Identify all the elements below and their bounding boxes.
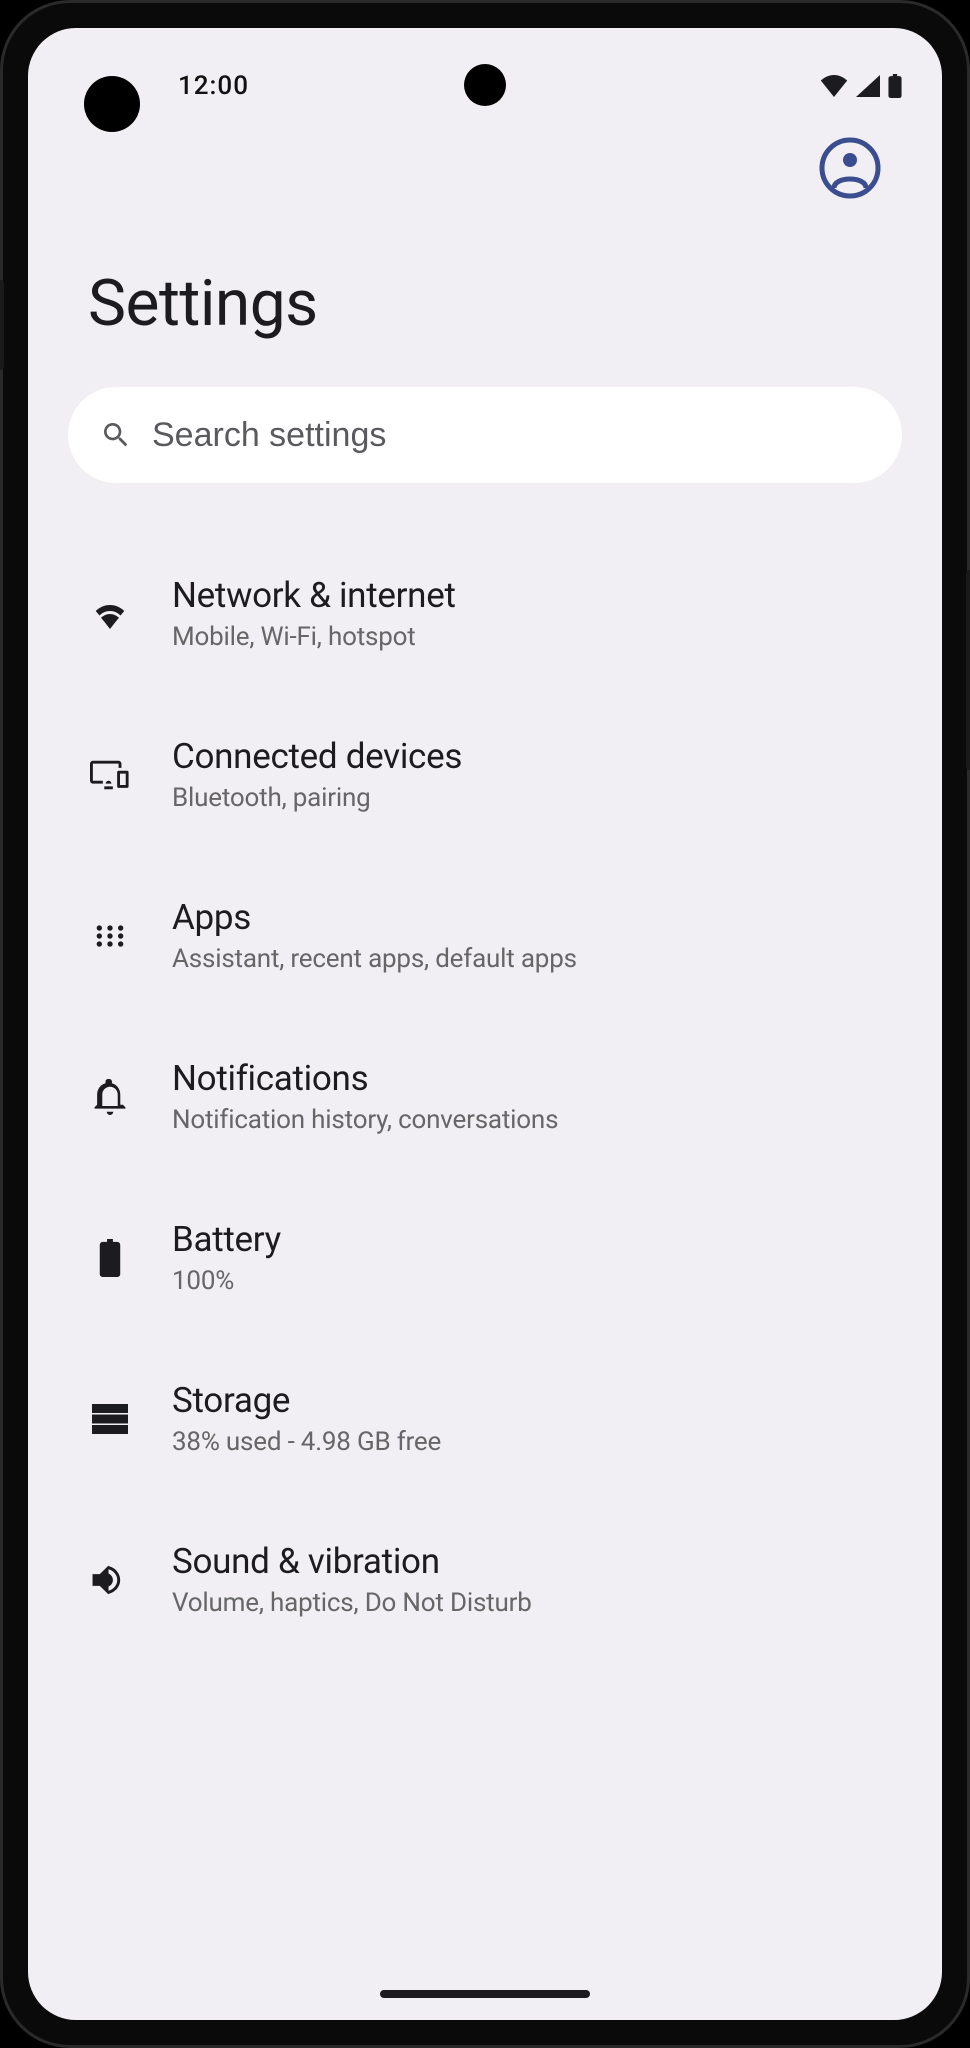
item-title: Notifications xyxy=(172,1058,558,1099)
item-subtitle: Assistant, recent apps, default apps xyxy=(172,944,577,974)
search-bar[interactable] xyxy=(68,387,902,483)
header: Settings xyxy=(28,116,942,341)
settings-item-apps[interactable]: Apps Assistant, recent apps, default app… xyxy=(68,855,902,1016)
apps-icon xyxy=(88,914,132,958)
settings-item-notifications[interactable]: Notifications Notification history, conv… xyxy=(68,1016,902,1177)
screen: 12:00 Settings xyxy=(28,28,942,2020)
status-time: 12:00 xyxy=(178,71,249,101)
signal-status-icon xyxy=(856,75,880,97)
settings-item-network[interactable]: Network & internet Mobile, Wi-Fi, hotspo… xyxy=(68,533,902,694)
profile-button[interactable] xyxy=(818,136,882,200)
settings-item-sound[interactable]: Sound & vibration Volume, haptics, Do No… xyxy=(68,1499,902,1660)
search-input[interactable] xyxy=(152,416,870,455)
settings-item-storage[interactable]: Storage 38% used - 4.98 GB free xyxy=(68,1338,902,1499)
settings-list: Network & internet Mobile, Wi-Fi, hotspo… xyxy=(28,483,942,1660)
battery-status-icon xyxy=(888,74,902,98)
navigation-bar-handle[interactable] xyxy=(380,1990,590,1998)
item-subtitle: Mobile, Wi-Fi, hotspot xyxy=(172,622,456,652)
volume-icon xyxy=(88,1558,132,1602)
corner-indicator xyxy=(84,76,140,132)
page-title: Settings xyxy=(88,266,882,341)
item-title: Connected devices xyxy=(172,736,462,777)
item-subtitle: Notification history, conversations xyxy=(172,1105,558,1135)
wifi-icon xyxy=(88,592,132,636)
bell-icon xyxy=(88,1075,132,1119)
status-icons xyxy=(820,74,902,98)
settings-item-battery[interactable]: Battery 100% xyxy=(68,1177,902,1338)
item-subtitle: 38% used - 4.98 GB free xyxy=(172,1427,441,1457)
settings-item-connected-devices[interactable]: Connected devices Bluetooth, pairing xyxy=(68,694,902,855)
battery-icon xyxy=(88,1236,132,1280)
search-icon xyxy=(100,419,132,451)
camera-notch xyxy=(464,64,506,106)
item-subtitle: 100% xyxy=(172,1266,281,1296)
item-title: Network & internet xyxy=(172,575,456,616)
item-title: Storage xyxy=(172,1380,441,1421)
item-title: Sound & vibration xyxy=(172,1541,532,1582)
item-subtitle: Bluetooth, pairing xyxy=(172,783,462,813)
device-frame: 12:00 Settings xyxy=(0,0,970,2048)
profile-icon xyxy=(818,136,882,200)
item-subtitle: Volume, haptics, Do Not Disturb xyxy=(172,1588,532,1618)
item-title: Apps xyxy=(172,897,577,938)
item-title: Battery xyxy=(172,1219,281,1260)
devices-icon xyxy=(88,753,132,797)
storage-icon xyxy=(88,1397,132,1441)
wifi-status-icon xyxy=(820,75,848,97)
